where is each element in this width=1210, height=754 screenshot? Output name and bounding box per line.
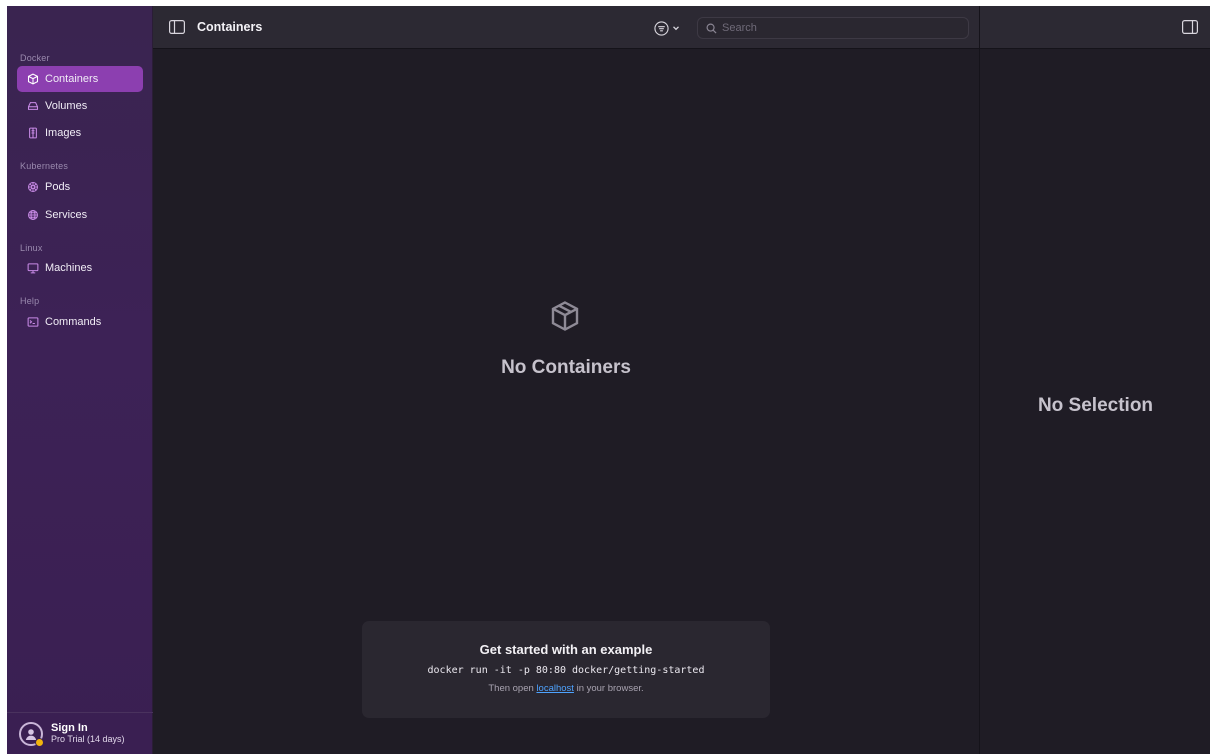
detail-pane: No Selection [979,49,1210,754]
chevron-down-icon [673,26,679,31]
sidebar-section-help: Help [20,296,40,306]
filter-icon [654,20,669,36]
localhost-link[interactable]: localhost [536,683,574,694]
avatar [19,721,44,747]
example-title: Get started with an example [479,642,653,657]
user-status: Pro Trial (14 days) [51,733,125,744]
pod-icon [26,180,40,194]
page-title: Containers [197,20,263,34]
search-field[interactable] [697,17,969,39]
sidebar-item-commands[interactable]: Commands [17,309,143,335]
terminal-icon [26,315,40,329]
example-note-text-end: in your browser. [573,683,644,694]
toolbar: Containers [153,6,979,49]
monitor-icon [26,261,40,275]
search-input[interactable] [722,22,952,34]
filter-menu-button[interactable] [654,19,688,37]
sidebar-item-label: Services [45,209,88,221]
sidebar-item-label: Machines [45,262,93,274]
sidebar-item-label: Volumes [45,100,88,112]
sidebar-item-label: Images [45,127,82,139]
empty-state-title: No Containers [501,357,631,378]
sidebar-item-label: Commands [45,316,102,328]
example-command[interactable]: docker run -it -p 80:80 docker/getting-s… [362,665,770,676]
inspector-toolbar [979,6,1210,49]
box-icon [551,301,579,331]
sidebar-item-label: Containers [45,73,99,85]
box-icon [26,72,40,86]
example-note: Then open localhost in your browser. [362,683,770,694]
globe-icon [26,208,40,222]
example-card: Get started with an example docker run -… [362,621,770,718]
sidebar-section-kubernetes: Kubernetes [20,161,69,171]
sidebar-item-label: Pods [45,181,71,193]
sidebar-item-services[interactable]: Services [17,202,143,228]
image-layers-icon [26,126,40,140]
trial-status-badge [35,737,44,747]
sidebar-item-pods[interactable]: Pods [17,174,143,200]
sidebar-item-machines[interactable]: Machines [17,255,143,281]
inspector-toggle-icon[interactable] [1182,20,1198,34]
sidebar-section-linux: Linux [20,243,43,253]
sign-in-button[interactable]: Sign In Pro Trial (14 days) [7,712,153,754]
sidebar: Docker Containers Volumes Images Kuberne… [7,6,153,754]
sidebar-toggle-icon[interactable] [169,20,185,34]
drive-icon [26,99,40,113]
search-icon [706,23,717,34]
user-name: Sign In [51,721,88,734]
sidebar-item-images[interactable]: Images [17,120,143,146]
sidebar-item-volumes[interactable]: Volumes [17,93,143,119]
app-window: Docker Containers Volumes Images Kuberne… [7,6,1210,754]
sidebar-section-docker: Docker [20,53,50,63]
sidebar-item-containers[interactable]: Containers [17,66,143,92]
no-selection-label: No Selection [1037,395,1154,416]
containers-list-pane: No Containers Get started with an exampl… [153,49,979,754]
example-note-text: Then open [488,683,537,694]
